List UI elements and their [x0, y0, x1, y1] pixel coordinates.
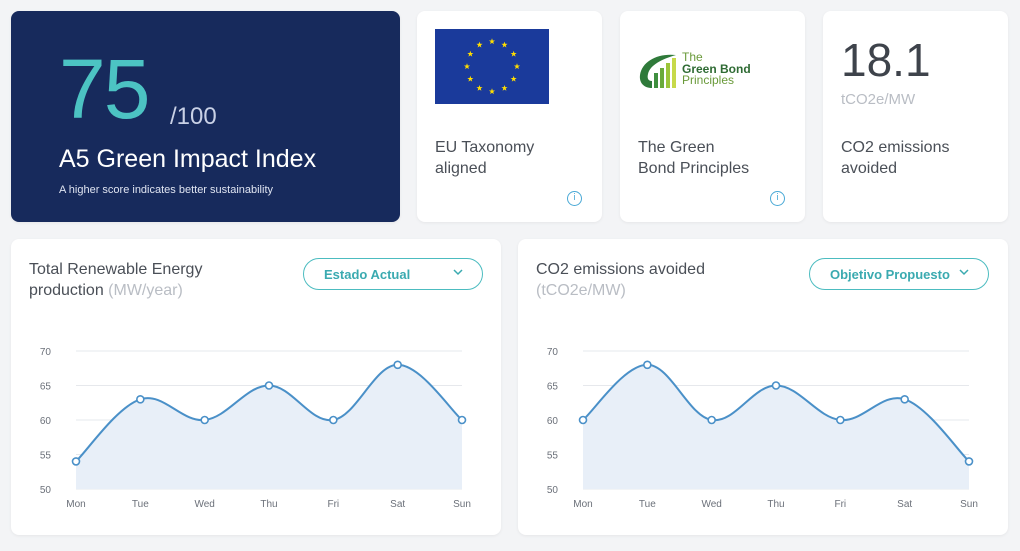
co2-emissions-area-chart: 50 55 60 65 70 Mon Tue Wed Thu Fri Sat Sun	[547, 347, 978, 510]
co2-value: 18.1	[841, 34, 931, 86]
impact-score: 75	[59, 42, 150, 136]
renewable-energy-chart-card: Total Renewable Energy production (MW/ye…	[11, 239, 501, 535]
x-tick-label: Thu	[260, 499, 277, 510]
co2-label: CO2 emissions avoided	[841, 139, 950, 177]
objetivo-propuesto-dropdown[interactable]: Objetivo Propuesto	[809, 258, 989, 290]
y-tick-label: 55	[547, 451, 559, 462]
renewable-energy-area-chart: 50 55 60 65 70 Mon Tue Wed Thu Fri Sat Sun	[40, 347, 471, 510]
info-icon[interactable]: i	[567, 191, 582, 206]
data-point	[900, 395, 909, 404]
chart-title: Total Renewable Energy production (MW/ye…	[29, 261, 203, 299]
impact-index-subtitle: A higher score indicates better sustaina…	[59, 184, 274, 196]
data-point	[200, 415, 209, 425]
data-point	[264, 381, 274, 390]
impact-score-max: /100	[170, 103, 217, 130]
green-bond-card: The Green Bond Principles The Green Bond…	[620, 11, 805, 222]
data-point	[707, 415, 716, 425]
green-impact-index-card: 75 /100 A5 Green Impact Index A higher s…	[11, 11, 400, 222]
data-point	[457, 415, 467, 425]
co2-avoided-card: 18.1 tCO2e/MW CO2 emissions avoided	[823, 11, 1008, 222]
data-point	[71, 457, 81, 466]
estado-actual-dropdown[interactable]: Estado Actual	[303, 258, 483, 290]
impact-index-title: A5 Green Impact Index	[59, 145, 317, 173]
x-tick-label: Sat	[897, 499, 912, 510]
x-tick-label: Thu	[767, 499, 784, 510]
y-tick-label: 70	[547, 347, 559, 358]
data-point	[771, 381, 781, 390]
x-tick-label: Fri	[327, 499, 339, 510]
x-tick-label: Sun	[453, 499, 471, 510]
data-point	[136, 395, 145, 404]
green-bond-logo: The Green Bond Principles	[638, 51, 768, 91]
y-tick-label: 60	[547, 416, 559, 427]
data-point	[578, 415, 588, 425]
x-tick-label: Wed	[194, 499, 214, 510]
co2-emissions-chart-card: CO2 emissions avoided (tCO2e/MW) Objetiv…	[518, 239, 1008, 535]
eu-taxonomy-card: EU Taxonomy aligned i	[417, 11, 602, 222]
x-tick-label: Fri	[834, 499, 846, 510]
co2-unit: tCO2e/MW	[841, 91, 916, 108]
data-point	[964, 457, 974, 466]
data-point	[836, 415, 845, 425]
info-icon[interactable]: i	[770, 191, 785, 206]
x-tick-label: Sun	[960, 499, 978, 510]
eu-taxonomy-label: EU Taxonomy aligned	[435, 139, 535, 177]
x-tick-label: Sat	[390, 499, 405, 510]
y-tick-label: 60	[40, 416, 52, 427]
y-tick-label: 50	[40, 485, 52, 496]
y-tick-label: 70	[40, 347, 52, 358]
y-tick-label: 65	[547, 382, 559, 393]
data-point	[393, 360, 402, 370]
y-tick-label: 65	[40, 382, 52, 393]
x-tick-label: Tue	[132, 499, 149, 510]
x-tick-label: Tue	[639, 499, 656, 510]
y-tick-label: 55	[40, 451, 52, 462]
x-tick-label: Mon	[66, 499, 85, 510]
chart-title: CO2 emissions avoided (tCO2e/MW)	[536, 261, 705, 299]
green-bond-leaf-icon	[639, 54, 676, 88]
green-bond-label: The Green Bond Principles	[638, 139, 750, 177]
y-tick-label: 50	[547, 485, 559, 496]
chevron-down-icon	[453, 269, 463, 276]
data-point	[329, 415, 338, 425]
x-tick-label: Wed	[701, 499, 721, 510]
x-tick-label: Mon	[573, 499, 592, 510]
eu-flag-icon	[435, 29, 549, 104]
chevron-down-icon	[959, 269, 969, 276]
data-point	[643, 360, 652, 370]
